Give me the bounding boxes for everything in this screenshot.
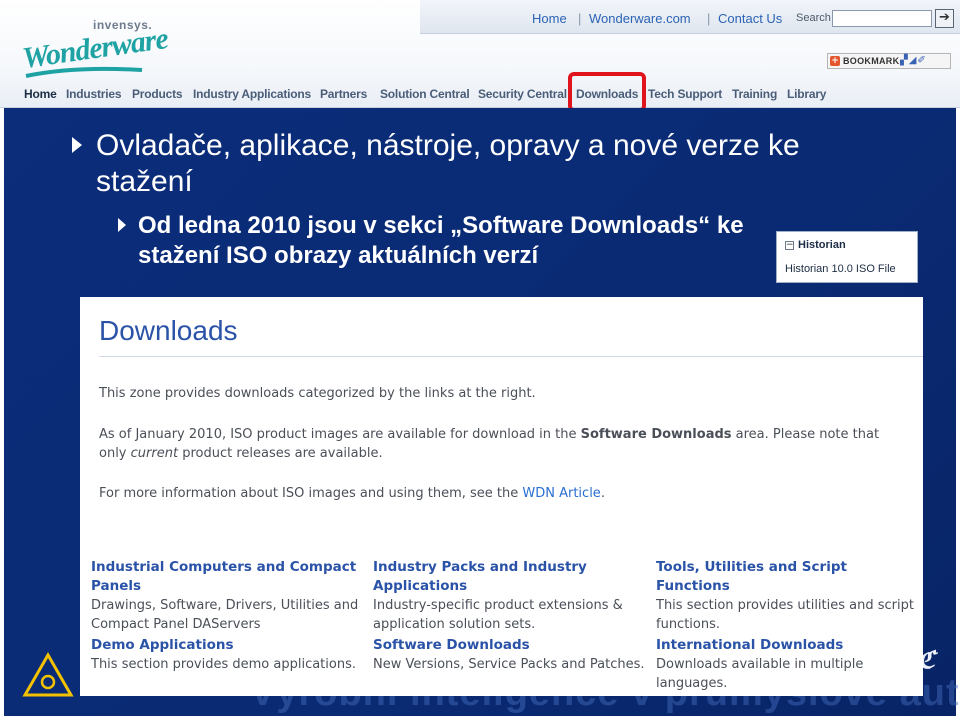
historian-tree-panel: − Historian Historian 10.0 ISO File: [776, 231, 918, 283]
more-info-text: .: [600, 486, 605, 501]
nav-library[interactable]: Library: [787, 87, 826, 101]
share-icons: ▞◢✐: [900, 55, 927, 66]
wdn-article-link[interactable]: WDN Article: [522, 486, 600, 501]
historian-iso-link[interactable]: Historian 10.0 ISO File: [785, 263, 896, 275]
nav-training[interactable]: Training: [732, 87, 777, 101]
category-description: This section provides demo applications.: [91, 657, 356, 672]
software-downloads-emphasis: Software Downloads: [580, 427, 732, 442]
category-title-link[interactable]: Software Downloads: [373, 636, 649, 655]
site-header: invensys. Wonderware Home | Wonderware.c…: [0, 0, 960, 112]
category-tools-utilities: Tools, Utilities and Script Functions Th…: [656, 558, 921, 634]
category-title-link[interactable]: International Downloads: [656, 636, 921, 655]
category-description: Downloads available in multiple language…: [656, 657, 864, 691]
category-title-link[interactable]: Industry Packs and Industry Applications: [373, 558, 649, 596]
main-nav: Home Industries Products Industry Applic…: [0, 82, 960, 104]
historian-title[interactable]: Historian: [798, 239, 846, 251]
category-industrial-computers: Industrial Computers and Compact Panels …: [91, 558, 367, 634]
category-description: Industry-specific product extensions & a…: [373, 598, 623, 632]
category-title-link[interactable]: Tools, Utilities and Script Functions: [656, 558, 921, 596]
top-link-contact[interactable]: Contact Us: [718, 11, 782, 26]
category-title-link[interactable]: Demo Applications: [91, 636, 367, 655]
downloads-highlight-box: [568, 72, 646, 112]
separator: |: [578, 11, 582, 26]
logo-swoosh-icon: [25, 66, 143, 78]
nav-home[interactable]: Home: [24, 87, 57, 101]
more-info-text: For more information about ISO images an…: [99, 486, 523, 501]
category-industry-packs: Industry Packs and Industry Applications…: [373, 558, 649, 634]
divider: [99, 356, 923, 357]
nav-solution-central[interactable]: Solution Central: [380, 87, 470, 101]
category-title-link[interactable]: Industrial Computers and Compact Panels: [91, 558, 367, 596]
more-info: For more information about ISO images an…: [99, 484, 909, 503]
top-link-wonderware[interactable]: Wonderware.com: [589, 11, 691, 26]
nav-industry-applications[interactable]: Industry Applications: [193, 87, 311, 101]
iso-notice-text: product releases are available.: [178, 446, 383, 461]
iso-notice: As of January 2010, ISO product images a…: [99, 425, 909, 463]
slide-heading: Ovladače, aplikace, nástroje, opravy a n…: [96, 129, 800, 198]
iso-notice-text: only: [99, 446, 131, 461]
category-demo-applications: Demo Applications This section provides …: [91, 636, 367, 674]
bullet-arrow-icon: [72, 137, 82, 153]
plus-icon: +: [830, 56, 840, 66]
category-description: New Versions, Service Packs and Patches.: [373, 657, 645, 672]
search-go-icon[interactable]: ➔: [935, 9, 954, 28]
category-software-downloads: Software Downloads New Versions, Service…: [373, 636, 649, 674]
bookmark-label: BOOKMARK: [843, 56, 900, 66]
bullet-arrow-icon: [118, 218, 126, 232]
invensys-triangle-logo-icon: [22, 652, 74, 697]
nav-security-central[interactable]: Security Central: [478, 87, 567, 101]
nav-partners[interactable]: Partners: [320, 87, 367, 101]
separator: |: [707, 11, 711, 26]
category-international-downloads: International Downloads Downloads availa…: [656, 636, 921, 693]
iso-notice-text: As of January 2010, ISO product images a…: [99, 427, 581, 442]
downloads-intro: This zone provides downloads categorized…: [99, 386, 536, 401]
category-description: This section provides utilities and scri…: [656, 598, 914, 632]
current-emphasis: current: [130, 446, 179, 461]
top-link-home[interactable]: Home: [532, 11, 567, 26]
collapse-icon[interactable]: −: [785, 241, 794, 250]
downloads-title: Downloads: [99, 315, 238, 346]
nav-industries[interactable]: Industries: [66, 87, 122, 101]
wonderware-logo[interactable]: invensys. Wonderware: [10, 8, 170, 78]
downloads-panel: Downloads This zone provides downloads c…: [80, 297, 923, 696]
search-input[interactable]: [832, 10, 932, 27]
slide-subpoint: Od ledna 2010 jsou v sekci „Software Dow…: [138, 212, 744, 269]
search-label: Search: [796, 12, 831, 24]
nav-tech-support[interactable]: Tech Support: [648, 87, 722, 101]
iso-notice-text: area. Please note that: [731, 427, 880, 442]
category-description: Drawings, Software, Drivers, Utilities a…: [91, 598, 359, 632]
bookmark-button[interactable]: + BOOKMARK ▞◢✐: [827, 53, 951, 69]
nav-products[interactable]: Products: [132, 87, 183, 101]
